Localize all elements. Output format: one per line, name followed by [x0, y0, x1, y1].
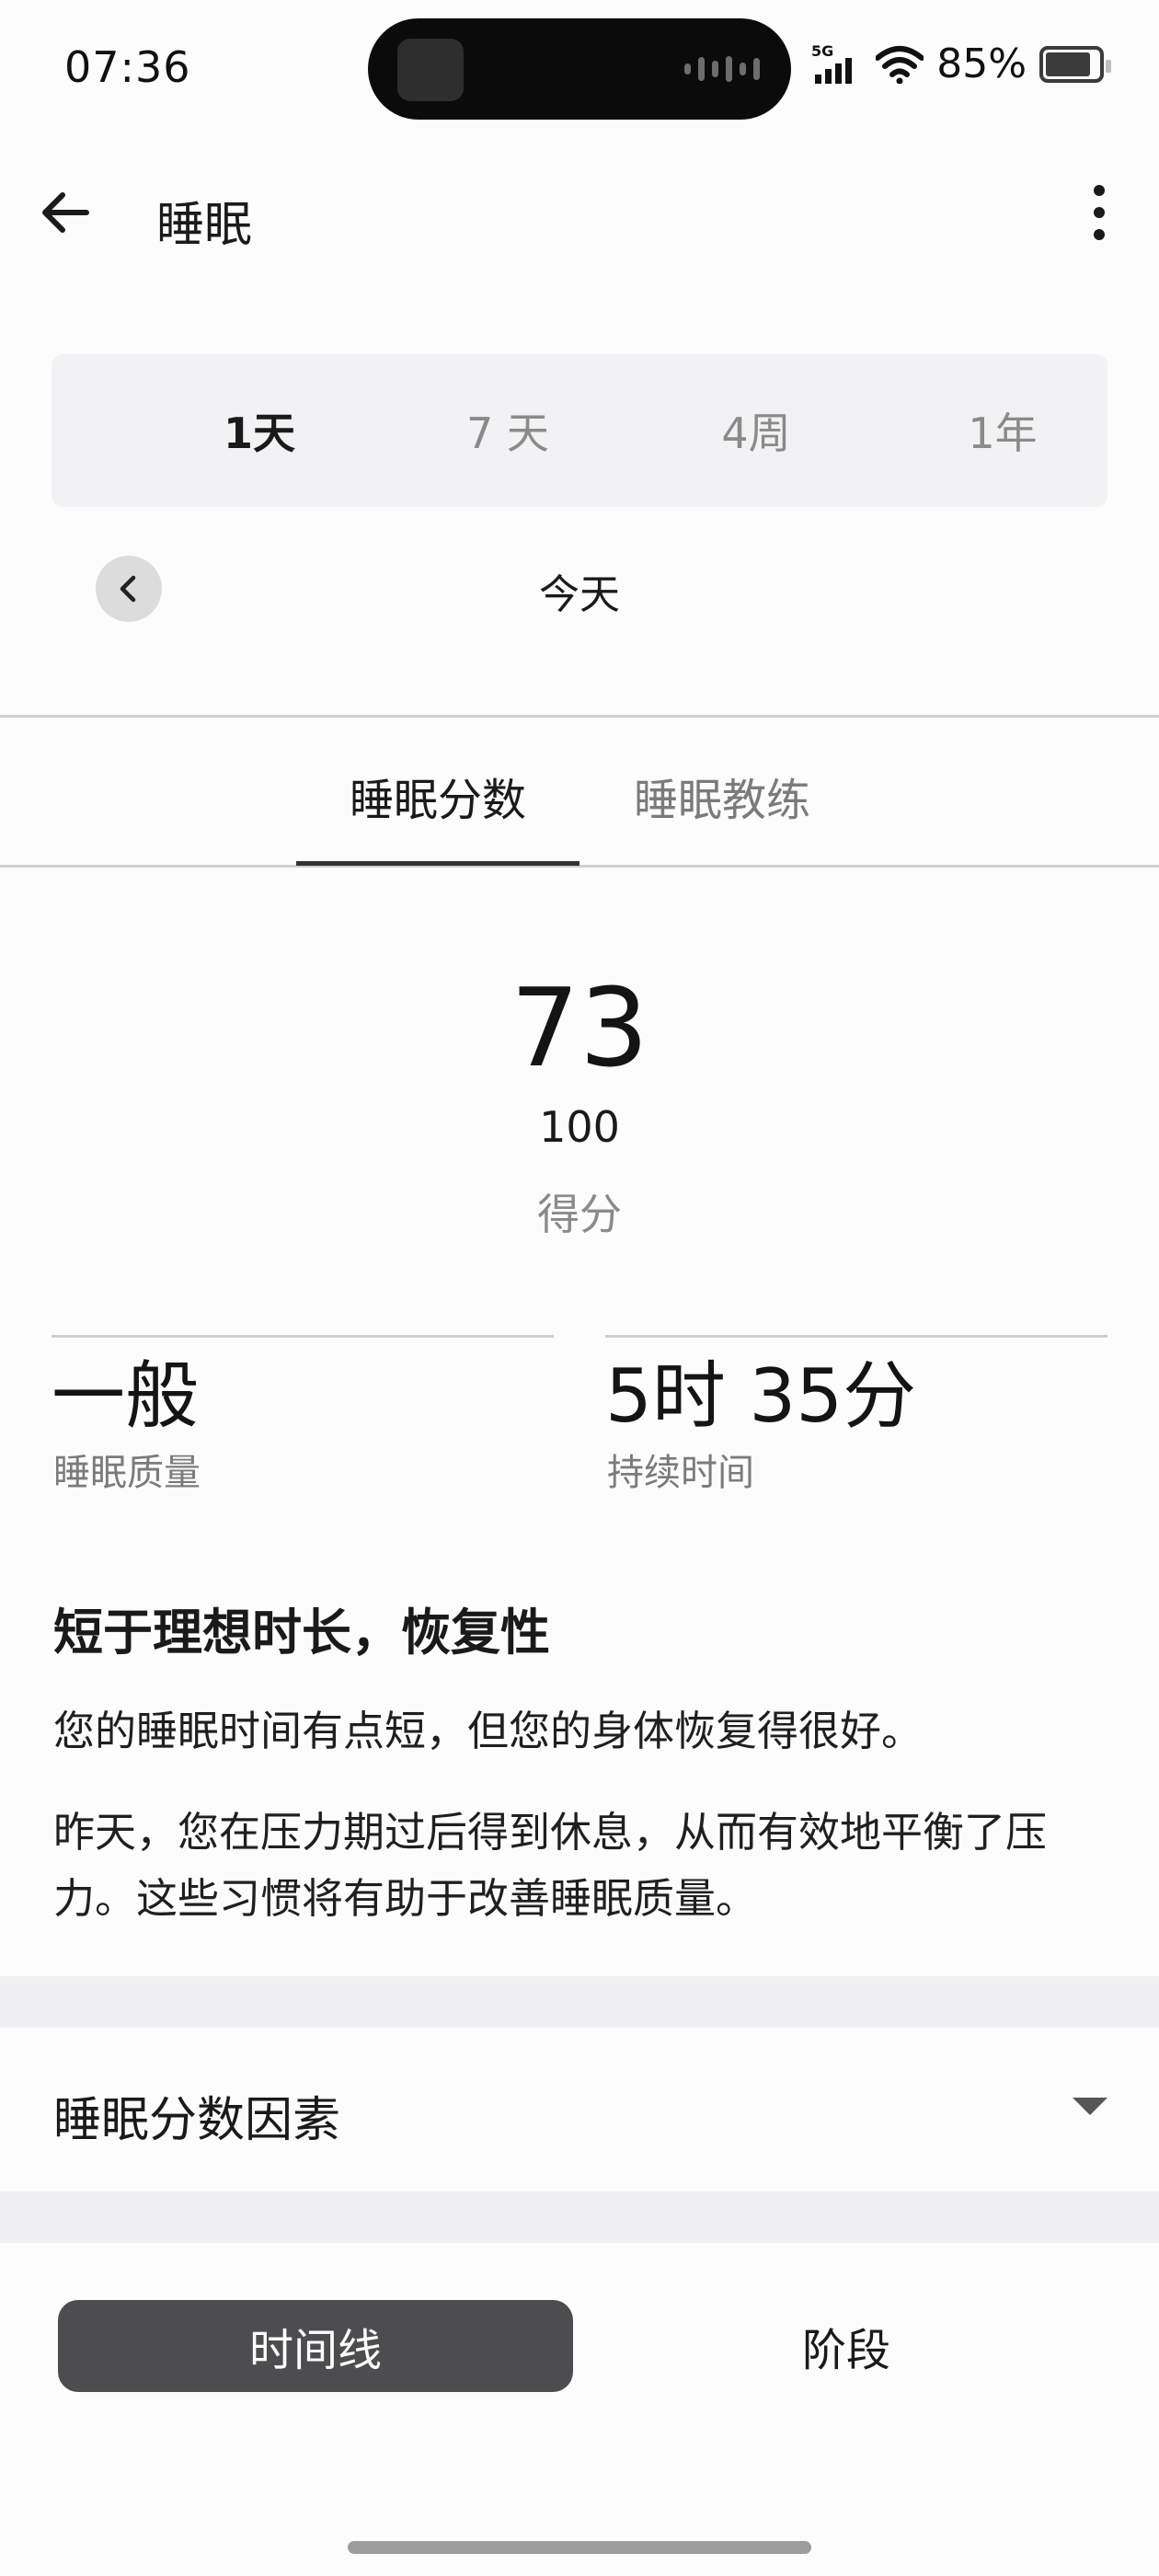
tab-sleep-score[interactable]: 睡眠分数: [296, 764, 580, 828]
audio-wave-icon: [684, 55, 760, 83]
battery-percent: 85%: [936, 40, 1027, 87]
range-tab-1-year[interactable]: 1年: [883, 354, 1122, 507]
divider: [0, 865, 1159, 868]
range-tab-1-day[interactable]: 1天: [140, 354, 379, 507]
metric-divider: [605, 1335, 1107, 1338]
sleep-score-max: 100: [539, 1102, 620, 1152]
summary-paragraph: 昨天，您在压力期过后得到休息，从而有效地平衡了压力。这些习惯将有助于改善睡眠质量…: [53, 1808, 1048, 1923]
summary-title: 短于理想时长，恢复性: [53, 1604, 550, 1662]
range-tab-7-days[interactable]: 7 天: [388, 354, 627, 507]
active-tab-indicator: [296, 861, 580, 866]
divider: [0, 715, 1159, 718]
caret-down-icon[interactable]: [1073, 2098, 1107, 2115]
page-title: 睡眠: [156, 198, 253, 253]
status-time: 07:36: [64, 42, 191, 92]
metric-divider: [52, 1335, 554, 1338]
status-indicators: 5G 85%: [811, 40, 1111, 87]
duration-label: 持续时间: [607, 1452, 754, 1494]
battery-icon: [1039, 45, 1111, 83]
signal-icon: 5G: [811, 43, 853, 84]
range-selector: 1天 7 天 4周 1年: [52, 354, 1107, 507]
duration-value: 5时 35分: [605, 1353, 917, 1439]
timeline-button[interactable]: 时间线: [58, 2300, 573, 2392]
previous-date-button[interactable]: [96, 556, 162, 622]
more-options-icon[interactable]: [1076, 180, 1122, 245]
arrow-left-icon: [42, 192, 89, 233]
media-thumbnail: [397, 39, 464, 101]
sleep-quality-value: 一般: [52, 1353, 199, 1439]
dynamic-island[interactable]: [368, 18, 791, 120]
stages-button[interactable]: 阶段: [589, 2300, 1104, 2392]
sleep-score-label: 得分: [537, 1190, 622, 1239]
section-separator: [0, 1976, 1159, 2028]
sleep-quality-label: 睡眠质量: [53, 1452, 201, 1494]
sleep-score-value: 73: [510, 964, 649, 1091]
summary-paragraph: 您的睡眠时间有点短，但您的身体恢复得很好。: [53, 1707, 924, 1755]
chevron-left-icon: [120, 575, 136, 603]
home-indicator[interactable]: [348, 2541, 811, 2554]
network-type: 5G: [811, 43, 833, 60]
range-tab-4-weeks[interactable]: 4周: [637, 354, 876, 507]
back-button[interactable]: [28, 180, 101, 245]
date-label: 今天: [539, 571, 620, 618]
battery-level: [1046, 52, 1090, 76]
wifi-icon: [876, 45, 924, 84]
section-separator: [0, 2191, 1159, 2243]
sleep-score-factors-label: 睡眠分数因素: [53, 2093, 341, 2148]
tab-sleep-coach[interactable]: 睡眠教练: [598, 764, 846, 828]
